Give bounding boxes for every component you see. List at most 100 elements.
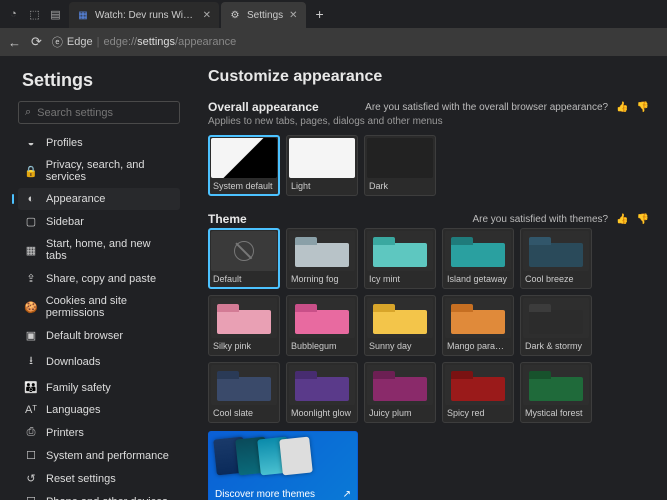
sidebar-item-privacy-search-and-services[interactable]: 🔒Privacy, search, and services <box>18 154 180 188</box>
theme-option-silky-pink[interactable]: Silky pink <box>208 295 280 356</box>
appearance-option-dark[interactable]: Dark <box>364 135 436 196</box>
theme-preview <box>523 231 589 271</box>
discover-themes-tile[interactable]: Discover more themes ↗ <box>208 431 358 500</box>
browser-label: Edge <box>67 36 93 48</box>
overall-feedback-q: Are you satisfied with the overall brows… <box>365 102 608 113</box>
theme-option-cool-slate[interactable]: Cool slate <box>208 362 280 423</box>
theme-preview <box>211 365 277 405</box>
nav-label: Family safety <box>46 382 111 394</box>
new-tab-button[interactable]: + <box>308 6 332 22</box>
refresh-button[interactable]: ⟳ <box>31 34 42 50</box>
theme-preview <box>289 298 355 338</box>
theme-option-sunny-day[interactable]: Sunny day <box>364 295 436 356</box>
window-sys-icons: ◔ ⬚ ▤ <box>0 7 69 22</box>
nav-icon: ⇪ <box>24 272 38 285</box>
address-bar[interactable]: ⓔ Edge | edge://settings/appearance <box>52 34 236 50</box>
theme-option-icy-mint[interactable]: Icy mint <box>364 228 436 289</box>
appearance-label: Light <box>289 180 355 193</box>
appearance-option-light[interactable]: Light <box>286 135 358 196</box>
theme-option-moonlight-glow[interactable]: Moonlight glow <box>286 362 358 423</box>
sidebar-item-profiles[interactable]: ◒Profiles <box>18 132 180 154</box>
theme-option-default[interactable]: Default <box>208 228 280 289</box>
sidebar-item-reset-settings[interactable]: ↺Reset settings <box>18 467 180 490</box>
nav-icon: ⎙ <box>24 426 38 439</box>
theme-label: Morning fog <box>289 273 355 286</box>
thumbs-down-icon[interactable]: 👎 <box>637 102 649 113</box>
theme-preview <box>211 231 277 271</box>
tab-title: Settings <box>247 10 283 21</box>
external-link-icon: ↗ <box>343 489 351 500</box>
sidebar-item-family-safety[interactable]: 👪Family safety <box>18 376 180 399</box>
sidebar-item-sidebar[interactable]: ▢Sidebar <box>18 210 180 233</box>
back-button[interactable]: ← <box>8 35 21 50</box>
page-title: Customize appearance <box>208 68 649 86</box>
titlebar: ◔ ⬚ ▤ ▦Watch: Dev runs Windows 11 AR✕⚙Se… <box>0 0 667 28</box>
nav-label: Start, home, and new tabs <box>46 238 174 262</box>
theme-preview <box>289 365 355 405</box>
search-input[interactable] <box>37 107 179 119</box>
sidebar-item-printers[interactable]: ⎙ Printers <box>18 421 180 444</box>
appearance-preview <box>367 138 433 178</box>
edge-icon: ⓔ <box>52 34 63 50</box>
appearance-option-sys[interactable]: System default <box>208 135 280 196</box>
theme-option-island-getaway[interactable]: Island getaway <box>442 228 514 289</box>
profile-icon[interactable]: ◔ <box>6 7 21 22</box>
theme-preview <box>445 365 511 405</box>
close-icon[interactable]: ✕ <box>203 10 211 21</box>
nav-label: Printers <box>46 427 84 439</box>
sidebar-item-appearance[interactable]: ◐Appearance <box>18 188 180 210</box>
nav-label: Reset settings <box>46 473 116 485</box>
search-settings[interactable]: ⌕ <box>18 101 180 124</box>
nav-icon: ▦ <box>24 244 38 257</box>
tab-favicon: ▦ <box>77 9 89 21</box>
sidebar-item-share-copy-and-paste[interactable]: ⇪Share, copy and paste <box>18 267 180 290</box>
sidebar-item-start-home-and-new-tabs[interactable]: ▦ Start, home, and new tabs <box>18 233 180 267</box>
theme-label: Cool slate <box>211 407 277 420</box>
tab-0[interactable]: ▦ Watch: Dev runs Windows 11 AR ✕ <box>69 2 219 28</box>
close-icon[interactable]: ✕ <box>289 10 297 21</box>
nav-label: Languages <box>46 404 100 416</box>
nav-label: Downloads <box>46 356 100 368</box>
sidebar-item-system-and-performance[interactable]: ☐System and performance <box>18 444 180 467</box>
nav-label: System and performance <box>46 450 169 462</box>
collections-icon[interactable]: ▤ <box>48 7 63 22</box>
thumbs-up-icon[interactable]: 👍 <box>616 102 628 113</box>
theme-preview <box>367 365 433 405</box>
settings-sidebar: Settings ⌕ ◒Profiles🔒Privacy, search, an… <box>0 56 190 500</box>
nav-label: Privacy, search, and services <box>46 159 174 183</box>
theme-label: Cool breeze <box>523 273 589 286</box>
theme-label: Moonlight glow <box>289 407 355 420</box>
nav-icon: ◐ <box>24 193 38 205</box>
theme-preview <box>367 231 433 271</box>
sidebar-item-default-browser[interactable]: ▣Default browser <box>18 324 180 347</box>
settings-heading: Settings <box>22 70 180 91</box>
thumbs-up-icon[interactable]: 👍 <box>616 214 628 225</box>
theme-label: Sunny day <box>367 340 433 353</box>
tab-1[interactable]: ⚙Settings✕ <box>221 2 306 28</box>
overall-appearance-section: Overall appearance Are you satisfied wit… <box>208 100 649 196</box>
theme-option-mystical-forest[interactable]: Mystical forest <box>520 362 592 423</box>
sidebar-item-phone-and-other-devices[interactable]: ☐Phone and other devices <box>18 490 180 500</box>
sidebar-item-downloads[interactable]: ⭳Downloads <box>18 347 180 376</box>
theme-option-cool-breeze[interactable]: Cool breeze <box>520 228 592 289</box>
theme-option-dark-stormy[interactable]: Dark & stormy <box>520 295 592 356</box>
theme-option-mango-paradise[interactable]: Mango paradise <box>442 295 514 356</box>
url-scheme: edge:// <box>103 36 137 48</box>
workspace-icon[interactable]: ⬚ <box>27 7 42 22</box>
sidebar-item-languages[interactable]: AᵀLanguages <box>18 399 180 421</box>
theme-option-spicy-red[interactable]: Spicy red <box>442 362 514 423</box>
sidebar-item-cookies-and-site-permissions[interactable]: 🍪Cookies and site permissions <box>18 290 180 324</box>
theme-option-morning-fog[interactable]: Morning fog <box>286 228 358 289</box>
theme-section: Theme Are you satisfied with themes? 👍 👎… <box>208 212 649 500</box>
theme-label: Mango paradise <box>445 340 511 353</box>
appearance-preview <box>289 138 355 178</box>
tab-strip: ▦Watch: Dev runs Windows 11 AR✕⚙Settings… <box>69 0 308 28</box>
theme-option-juicy-plum[interactable]: Juicy plum <box>364 362 436 423</box>
thumbs-down-icon[interactable]: 👎 <box>637 214 649 225</box>
tab-title: Watch: Dev runs Windows 11 AR <box>95 10 197 21</box>
theme-label: Spicy red <box>445 407 511 420</box>
appearance-label: Dark <box>367 180 433 193</box>
theme-preview <box>523 298 589 338</box>
settings-main: Customize appearance Overall appearance … <box>190 56 667 500</box>
theme-option-bubblegum[interactable]: Bubblegum <box>286 295 358 356</box>
